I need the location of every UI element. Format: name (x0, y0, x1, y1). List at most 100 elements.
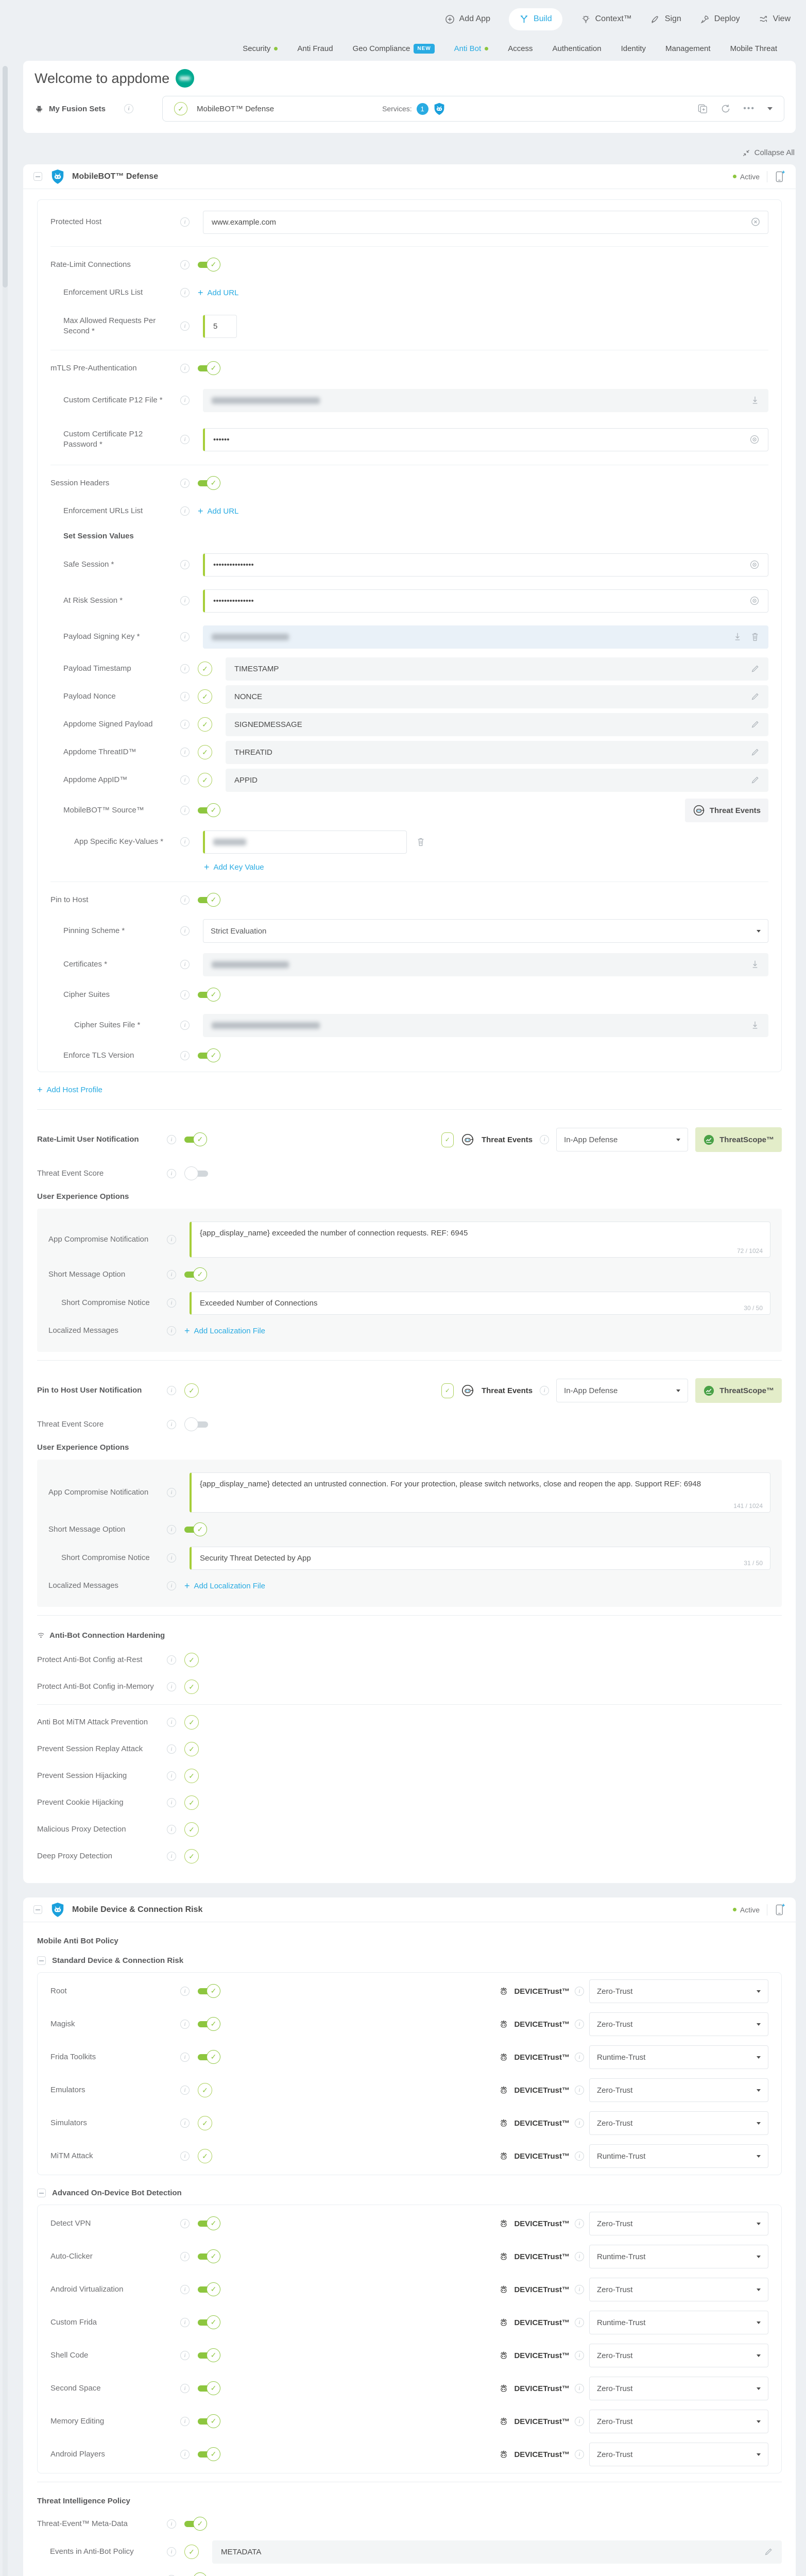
tab-mobile-threat[interactable]: Mobile Threat (730, 44, 777, 53)
edit-pencil-icon[interactable] (750, 692, 760, 701)
memory-editing-trust-dropdown[interactable]: Zero-Trust (589, 2410, 768, 2433)
enforce-tls-toggle[interactable] (198, 1048, 221, 1063)
info-icon[interactable] (180, 2351, 190, 2360)
signing-key-input[interactable] (203, 625, 768, 649)
signed-payload-check[interactable] (198, 717, 212, 732)
info-icon[interactable] (575, 2219, 584, 2228)
pth-notification-check[interactable] (184, 1383, 199, 1398)
info-icon[interactable] (167, 1718, 176, 1727)
pth-scn-input[interactable]: Security Threat Detected by App 31 / 50 (190, 1546, 770, 1570)
info-icon[interactable] (575, 2151, 584, 2161)
emulators-trust-dropdown[interactable]: Zero-Trust (589, 2078, 768, 2102)
info-icon[interactable] (180, 2252, 190, 2261)
edit-pencil-icon[interactable] (750, 664, 760, 673)
info-icon[interactable] (180, 2086, 190, 2095)
info-icon[interactable] (167, 2519, 176, 2529)
info-icon[interactable] (180, 2053, 190, 2062)
safe-session-input[interactable]: ••••••••••••••• (203, 553, 768, 577)
android-players-toggle[interactable] (198, 2447, 221, 2462)
virtualization-trust-dropdown[interactable]: Zero-Trust (589, 2278, 768, 2301)
config-in-memory-check[interactable] (184, 1680, 199, 1694)
info-icon[interactable] (180, 2285, 190, 2294)
tab-access[interactable]: Access (508, 44, 533, 53)
rl-smo-info-icon[interactable] (167, 1270, 176, 1279)
info-icon[interactable] (575, 2053, 584, 2062)
trash-icon[interactable] (750, 632, 760, 642)
app-keys-info-icon[interactable] (180, 837, 190, 846)
show-password-eye-icon[interactable] (749, 596, 760, 606)
android-players-trust-dropdown[interactable]: Zero-Trust (589, 2443, 768, 2466)
signed-payload-info-icon[interactable] (180, 720, 190, 729)
rl-score-info-icon[interactable] (167, 1169, 176, 1178)
enforcement-urls-info-icon[interactable] (180, 288, 190, 297)
cookie-hijacking-check[interactable] (184, 1795, 199, 1810)
info-icon[interactable] (180, 2119, 190, 2128)
info-icon[interactable] (180, 2384, 190, 2393)
app-id-info-icon[interactable] (180, 775, 190, 785)
more-actions-icon[interactable]: ••• (743, 105, 755, 113)
mitm-attack-check[interactable] (198, 2149, 212, 2163)
info-icon[interactable] (180, 2417, 190, 2426)
protected-host-info-icon[interactable] (180, 217, 190, 227)
pth-threatscope-button[interactable]: ThreatScope™ (695, 1378, 782, 1403)
mobilebot-source-info-icon[interactable] (180, 806, 190, 815)
info-icon[interactable] (575, 2020, 584, 2029)
context-button[interactable]: Context™ (581, 14, 632, 24)
rate-limit-toggle[interactable] (198, 257, 221, 273)
payload-timestamp-info-icon[interactable] (180, 664, 190, 673)
custom-frida-toggle[interactable] (198, 2315, 221, 2330)
app-id-check[interactable] (198, 773, 212, 787)
max-requests-info-icon[interactable] (180, 321, 190, 331)
info-icon[interactable] (575, 2450, 584, 2459)
config-at-rest-check[interactable] (184, 1653, 199, 1667)
pth-score-info-icon[interactable] (167, 1420, 176, 1429)
p12-file-info-icon[interactable] (180, 396, 190, 405)
info-icon[interactable] (575, 2252, 584, 2261)
info-icon[interactable] (167, 1655, 176, 1665)
max-requests-input[interactable]: 5 (203, 314, 237, 338)
app-keys-input[interactable] (203, 830, 407, 854)
rl-localized-info-icon[interactable] (167, 1326, 176, 1335)
info-icon[interactable] (575, 2384, 584, 2393)
info-icon[interactable] (180, 2219, 190, 2228)
protected-host-input[interactable]: www.example.com (203, 210, 768, 234)
threat-id-check[interactable] (198, 745, 212, 759)
rl-scn-input[interactable]: Exceeded Number of Connections 30 / 50 (190, 1291, 770, 1315)
info-icon[interactable] (575, 2086, 584, 2095)
magisk-trust-dropdown[interactable]: Zero-Trust (589, 2012, 768, 2036)
session-headers-toggle[interactable] (198, 476, 221, 491)
clear-icon[interactable] (750, 217, 760, 227)
add-host-profile-link[interactable]: Add Host Profile (37, 1086, 102, 1094)
shell-code-toggle[interactable] (198, 2348, 221, 2363)
info-icon[interactable] (180, 1987, 190, 1996)
root-trust-dropdown[interactable]: Zero-Trust (589, 1979, 768, 2003)
cipher-file-input[interactable] (203, 1013, 768, 1037)
enforce-tls-info-icon[interactable] (180, 1051, 190, 1060)
add-url-link[interactable]: Add URL (198, 289, 239, 297)
threat-id-info-icon[interactable] (180, 748, 190, 757)
pinning-scheme-dropdown[interactable]: Strict Evaluation (203, 919, 768, 943)
pth-threat-events-info-icon[interactable] (540, 1386, 550, 1395)
rl-threat-events-checkbox[interactable] (441, 1132, 454, 1147)
tab-anti-fraud[interactable]: Anti Fraud (297, 44, 333, 53)
info-icon[interactable] (180, 2151, 190, 2161)
info-icon[interactable] (167, 1682, 176, 1691)
rl-acn-textarea[interactable]: {app_display_name} exceeded the number o… (190, 1222, 770, 1258)
pth-threat-events-checkbox[interactable] (441, 1383, 454, 1398)
pinning-scheme-info-icon[interactable] (180, 926, 190, 936)
vpn-trust-dropdown[interactable]: Zero-Trust (589, 2212, 768, 2235)
info-icon[interactable] (180, 2450, 190, 2459)
threat-events-chip[interactable]: Threat Events (684, 799, 768, 822)
p12-file-input[interactable] (203, 388, 768, 412)
pth-acn-textarea[interactable]: {app_display_name} detected an untrusted… (190, 1472, 770, 1513)
pin-to-host-toggle[interactable] (198, 892, 221, 908)
memory-editing-toggle[interactable] (198, 2414, 221, 2429)
threat-event-metadata-toggle[interactable] (184, 2516, 208, 2532)
info-icon[interactable] (575, 2119, 584, 2128)
simulators-check[interactable] (198, 2116, 212, 2130)
simulators-trust-dropdown[interactable]: Zero-Trust (589, 2111, 768, 2135)
sign-button[interactable]: Sign (650, 14, 681, 24)
download-icon[interactable] (750, 1020, 760, 1030)
tab-geo-compliance[interactable]: Geo Compliance NEW (353, 43, 435, 54)
add-to-device-icon[interactable] (775, 1903, 785, 1916)
